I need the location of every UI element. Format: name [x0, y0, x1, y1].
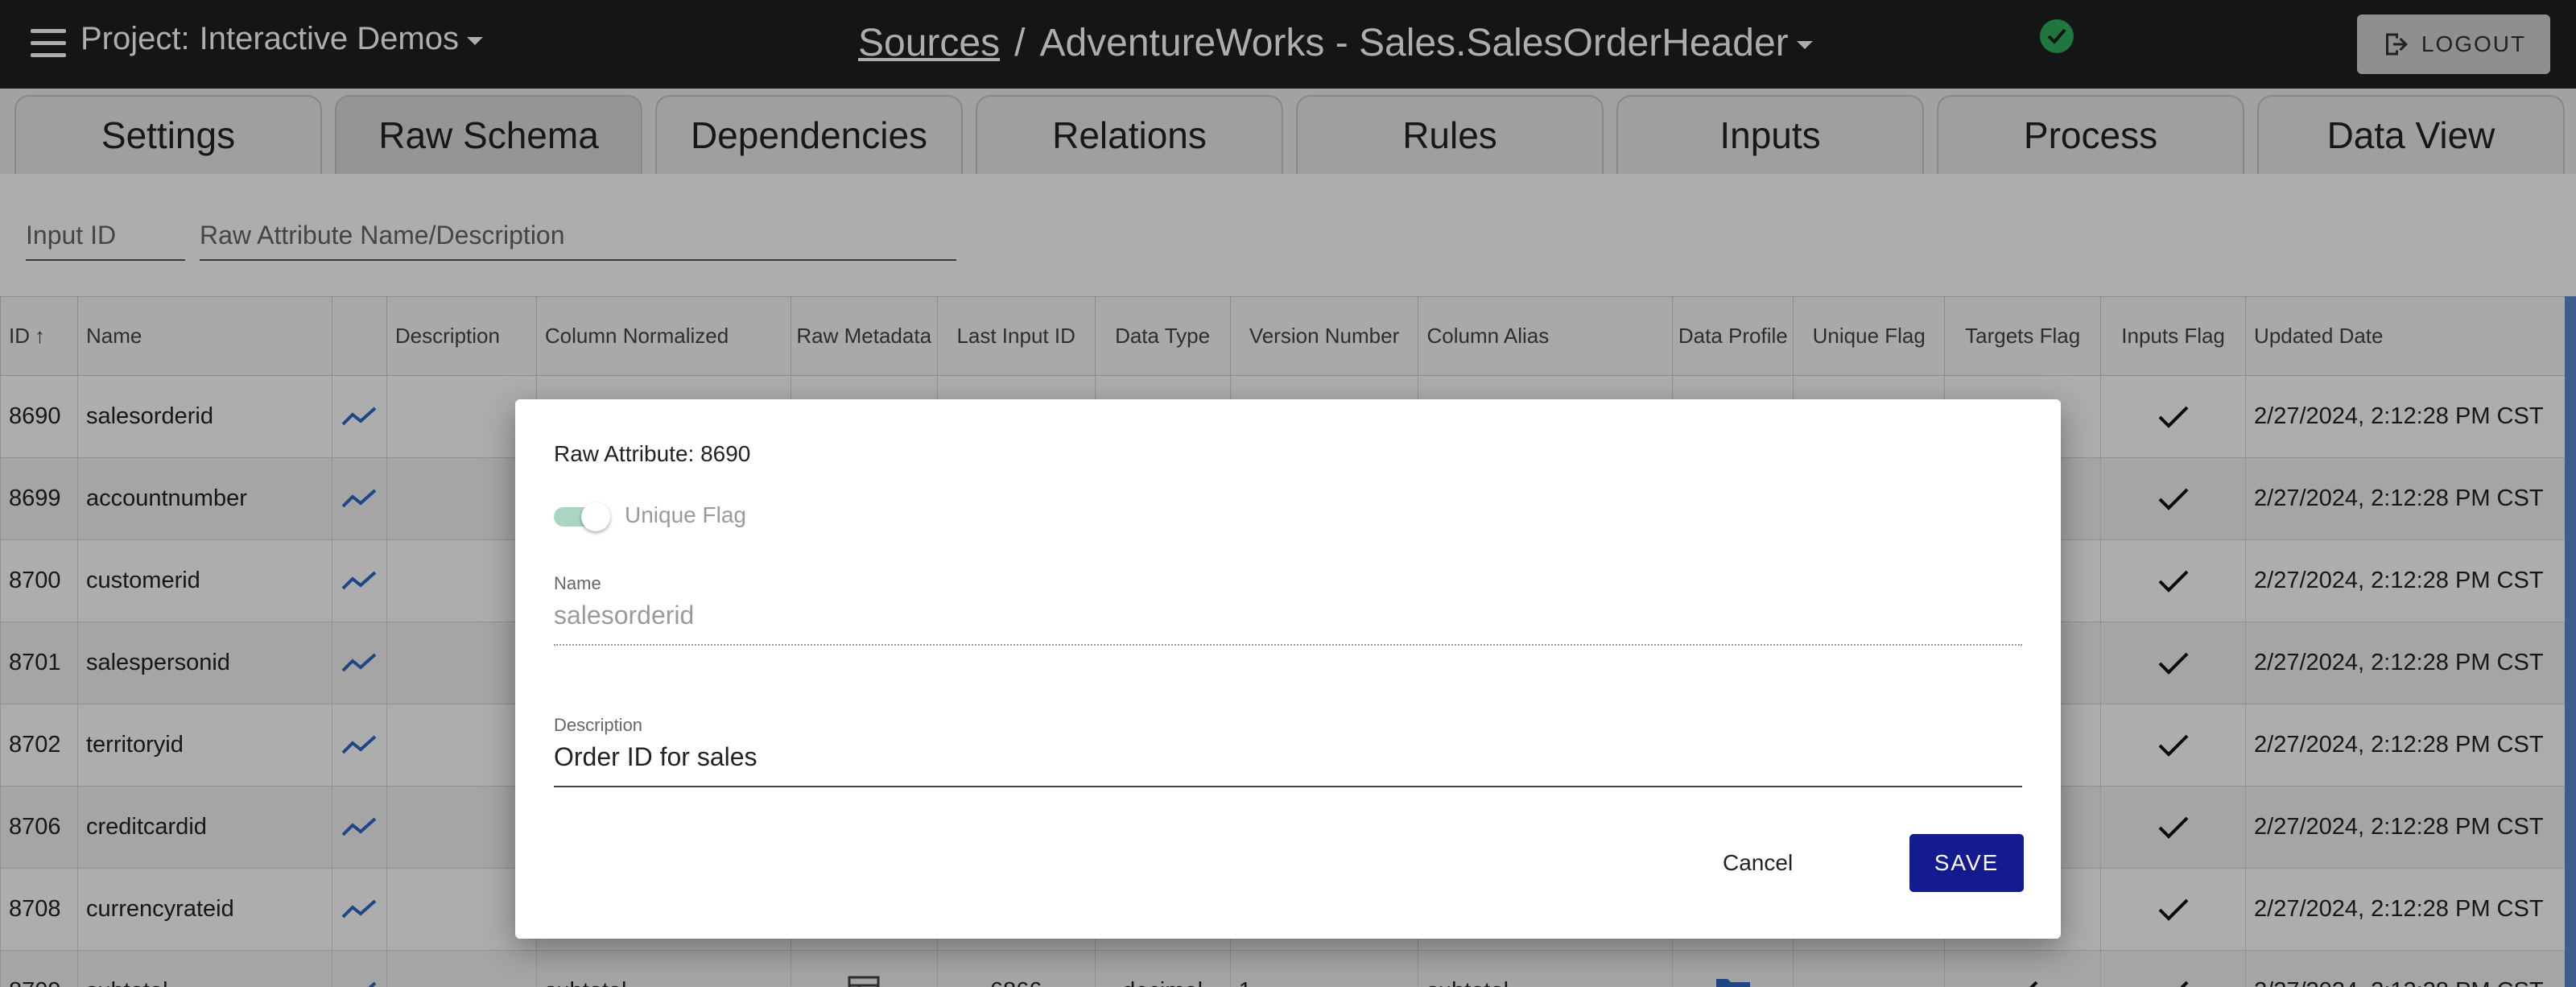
dialog-title: Raw Attribute: 8690: [554, 441, 751, 466]
description-field-label: Description: [554, 715, 643, 735]
unique-flag-toggle[interactable]: [554, 501, 612, 531]
unique-flag-label: Unique Flag: [625, 502, 746, 527]
description-field[interactable]: Order ID for sales: [554, 742, 2022, 787]
name-field: salesorderid: [554, 601, 2022, 646]
save-button[interactable]: SAVE: [1909, 834, 2024, 892]
cancel-button[interactable]: Cancel: [1723, 850, 1793, 876]
name-field-label: Name: [554, 573, 601, 593]
edit-raw-attribute-dialog: Raw Attribute: 8690 Unique Flag Name sal…: [515, 399, 2061, 939]
